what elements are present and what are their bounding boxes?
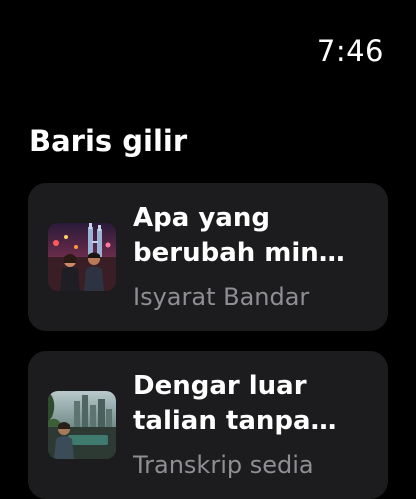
section-title: Baris gilir — [29, 124, 188, 158]
episode-artwork — [48, 223, 116, 291]
podcast-name: Isyarat Bandar — [133, 283, 310, 311]
queue-item[interactable]: Dengar luar talian tanpa… Transkrip sedi… — [28, 351, 388, 499]
episode-title: Dengar luar talian tanpa… — [133, 371, 337, 436]
status-time: 7:46 — [316, 34, 384, 68]
episode-artwork — [48, 391, 116, 459]
podcast-name: Transkrip sedia — [133, 451, 314, 479]
episode-title: Apa yang berubah min… — [133, 203, 345, 268]
queue-item[interactable]: Apa yang berubah min… Isyarat Bandar — [28, 183, 388, 331]
